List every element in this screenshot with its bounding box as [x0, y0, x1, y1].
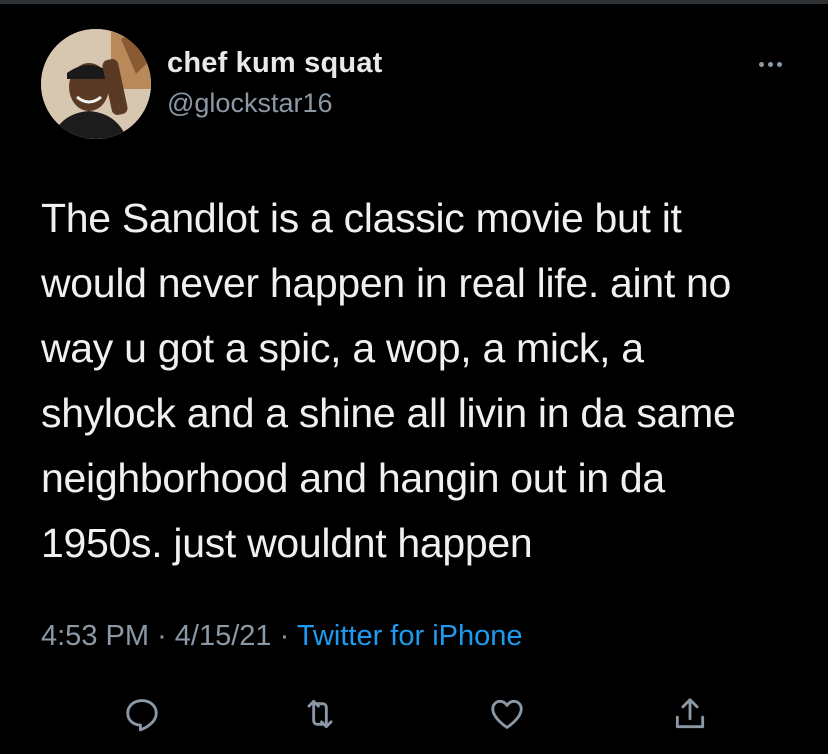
avatar-image [41, 29, 151, 139]
user-handle[interactable]: @glockstar16 [167, 88, 332, 119]
tweet-text-line: would never happen in real life. aint no [41, 260, 732, 306]
tweet-text: The Sandlot is a classic movie but it wo… [41, 186, 801, 576]
tweet-date[interactable]: 4/15/21 [175, 620, 272, 652]
more-dot [776, 61, 782, 67]
tweet-text-line: The Sandlot is a classic movie but it [41, 195, 682, 241]
more-dot [767, 61, 773, 67]
share-icon [675, 698, 705, 729]
share-button[interactable] [666, 690, 714, 738]
avatar[interactable] [41, 29, 151, 139]
more-dot [758, 61, 764, 67]
reply-button[interactable] [118, 690, 166, 738]
display-name[interactable]: chef kum squat [167, 47, 383, 80]
tweet-text-line: shylock and a shine all livin in da same [41, 390, 736, 436]
top-divider [0, 0, 828, 4]
tweet-metadata: 4:53 PM · 4/15/21 · Twitter for iPhone [41, 620, 523, 653]
action-bar [0, 690, 828, 738]
tweet-text-line: 1950s. just wouldnt happen [41, 520, 533, 566]
more-options-icon[interactable] [752, 52, 788, 76]
reply-icon [126, 699, 158, 732]
retweet-button[interactable] [296, 690, 344, 738]
like-button[interactable] [483, 690, 531, 738]
tweet-time[interactable]: 4:53 PM [41, 620, 149, 652]
separator: · [279, 620, 290, 652]
retweet-icon [307, 699, 333, 729]
tweet-text-line: neighborhood and hangin out in da [41, 455, 665, 501]
tweet-text-line: way u got a spic, a wop, a mick, a [41, 325, 644, 371]
tweet-source-link[interactable]: Twitter for iPhone [297, 620, 523, 652]
heart-icon [491, 699, 523, 729]
separator: · [157, 620, 167, 652]
